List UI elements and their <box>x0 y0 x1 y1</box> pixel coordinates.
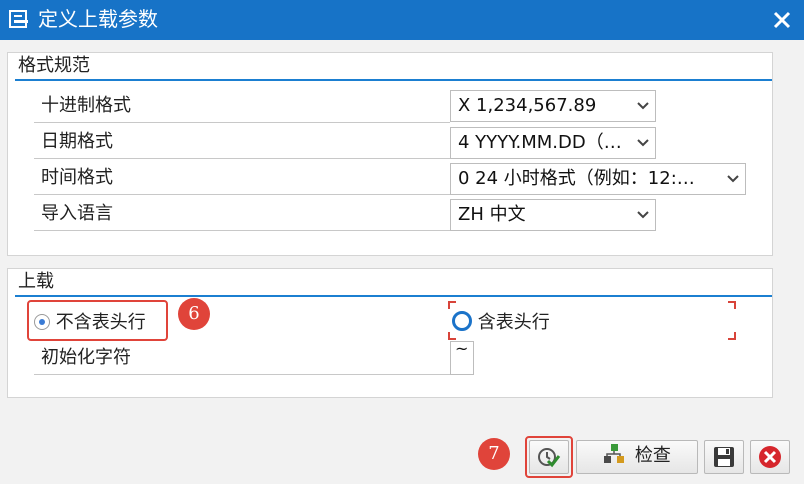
import-language-select[interactable]: ZH 中文 <box>450 199 656 231</box>
focus-corner <box>448 332 456 340</box>
upload-group-divider <box>15 295 772 297</box>
chevron-down-icon <box>637 102 649 110</box>
check-hierarchy-icon <box>604 444 625 463</box>
execute-button[interactable] <box>529 440 569 474</box>
focus-corner <box>448 301 456 309</box>
check-button[interactable]: 检查 <box>576 440 698 474</box>
format-group-divider <box>15 79 772 81</box>
upload-group-title: 上载 <box>18 271 54 292</box>
import-language-value: ZH 中文 <box>458 204 526 225</box>
decimal-format-value: X 1,234,567.89 <box>458 95 597 116</box>
dialog-icon <box>9 10 28 28</box>
date-format-label: 日期格式 <box>34 125 450 159</box>
chevron-down-icon <box>727 175 739 183</box>
check-button-label: 检查 <box>634 445 671 466</box>
callout-highlight-no-header <box>27 300 168 341</box>
init-char-input[interactable]: ~ <box>450 341 474 375</box>
focus-corner <box>728 332 736 340</box>
format-group-title: 格式规范 <box>18 55 90 76</box>
date-format-value: 4 YYYY.MM.DD（… <box>458 132 622 153</box>
window-title: 定义上载参数 <box>38 7 158 31</box>
chevron-down-icon <box>637 211 649 219</box>
save-icon <box>714 447 734 467</box>
save-button[interactable] <box>704 440 744 474</box>
cancel-icon <box>759 446 781 468</box>
decimal-format-label: 十进制格式 <box>34 89 450 123</box>
decimal-format-select[interactable]: X 1,234,567.89 <box>450 90 656 122</box>
time-format-value: 0 24 小时格式（例如：12:… <box>458 168 695 189</box>
execute-check-icon <box>538 448 561 468</box>
format-group: 格式规范 十进制格式 X 1,234,567.89 日期格式 4 YYYY.MM… <box>7 52 773 256</box>
date-format-select[interactable]: 4 YYYY.MM.DD（… <box>450 127 656 159</box>
time-format-label: 时间格式 <box>34 161 450 195</box>
import-language-label: 导入语言 <box>34 197 450 231</box>
time-format-select[interactable]: 0 24 小时格式（例如：12:… <box>450 163 746 195</box>
radio-with-header-row[interactable]: 含表头行 <box>452 309 550 337</box>
cancel-button[interactable] <box>750 440 790 474</box>
step-badge-7: 7 <box>478 438 510 470</box>
radio-unselected-icon <box>452 311 472 331</box>
title-bar: 定义上载参数 <box>0 0 804 40</box>
close-icon[interactable] <box>772 10 792 30</box>
radio-with-header-label: 含表头行 <box>477 312 550 333</box>
init-char-value: ~ <box>455 341 469 358</box>
focus-corner <box>728 301 736 309</box>
step-badge-6: 6 <box>178 298 210 330</box>
init-char-label: 初始化字符 <box>34 341 450 375</box>
chevron-down-icon <box>637 139 649 147</box>
